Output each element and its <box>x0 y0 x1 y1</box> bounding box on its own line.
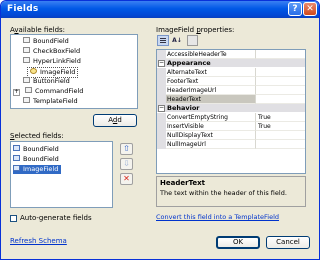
property-value[interactable] <box>256 50 305 59</box>
property-name[interactable]: NullImageUrl <box>166 140 256 149</box>
alphabetical-icon: A↓ <box>172 37 182 44</box>
hyperlink-field-icon <box>23 57 30 63</box>
refresh-schema-link[interactable]: Refresh Schema <box>10 237 67 245</box>
accelerator-key: d <box>112 116 118 124</box>
list-item[interactable]: HyperLinkField <box>13 57 81 66</box>
row-gutter <box>157 77 166 86</box>
convert-to-template-link[interactable]: Convert this field into a TemplateField <box>156 213 279 221</box>
property-name[interactable]: HeaderImageUrl <box>166 86 256 95</box>
bound-field-icon <box>13 155 20 161</box>
template-field-icon <box>23 97 30 103</box>
collapse-icon[interactable]: − <box>158 105 165 112</box>
property-value[interactable] <box>256 86 305 95</box>
property-name[interactable]: HeaderText <box>166 95 256 104</box>
property-name[interactable]: AlternateText <box>166 68 256 77</box>
row-gutter <box>157 86 166 95</box>
row-gutter <box>157 122 166 131</box>
list-item-label: ImageField <box>40 68 76 76</box>
fields-dialog: Fields ? ✕ Available fields: BoundField C… <box>0 0 320 260</box>
ok-button[interactable]: OK <box>216 236 260 249</box>
alphabetical-button[interactable]: A↓ <box>171 35 183 46</box>
description-text: The text within the header of this field… <box>160 189 287 197</box>
row-gutter <box>157 131 166 140</box>
auto-generate-checkbox[interactable] <box>10 215 17 222</box>
list-item[interactable]: ButtonField <box>13 77 70 86</box>
property-value[interactable] <box>256 140 305 149</box>
list-item-label: HyperLinkField <box>33 57 81 65</box>
properties-toolbar: A↓ <box>156 34 306 48</box>
property-value[interactable] <box>256 68 305 77</box>
row-gutter <box>157 140 166 149</box>
list-item-label: BoundField <box>23 155 59 163</box>
selected-field-item[interactable]: BoundField <box>13 155 59 164</box>
list-item[interactable]: BoundField <box>13 37 69 46</box>
button-field-icon <box>23 77 30 83</box>
selected-fields-list[interactable]: BoundField BoundField ImageField <box>10 141 113 208</box>
category-label: Behavior <box>167 104 200 112</box>
selected-field-item[interactable]: ImageField <box>13 165 62 174</box>
property-pages-button[interactable] <box>187 35 198 46</box>
accelerator-key: v <box>14 26 19 34</box>
categorized-icon <box>160 38 166 39</box>
close-button[interactable]: ✕ <box>303 2 317 16</box>
row-gutter <box>157 68 166 77</box>
help-button[interactable]: ? <box>288 2 302 16</box>
title-bar: Fields ? ✕ <box>1 1 319 18</box>
list-item[interactable]: + CommandField <box>13 87 83 96</box>
available-fields-label: Available fields: <box>10 26 66 34</box>
list-item[interactable]: CheckBoxField <box>13 47 80 56</box>
row-gutter <box>157 95 166 104</box>
property-grid[interactable]: AccessibleHeaderTe − Appearance AlternateTe… <box>156 49 306 174</box>
list-item-label: CheckBoxField <box>33 47 81 55</box>
list-item-label: ImageField <box>23 165 59 173</box>
property-name[interactable]: InsertVisible <box>166 122 256 131</box>
property-value[interactable]: True <box>256 113 305 122</box>
move-down-button[interactable]: ⇩ <box>120 158 133 170</box>
accelerator-key: p <box>196 26 201 34</box>
row-gutter <box>157 50 166 59</box>
checkbox-field-icon <box>23 47 30 53</box>
list-item-label: TemplateField <box>33 97 78 105</box>
window-title: Fields <box>7 4 39 14</box>
collapse-icon[interactable]: − <box>158 60 165 67</box>
image-field-icon <box>30 68 37 74</box>
list-item-label: BoundField <box>33 37 69 45</box>
row-gutter <box>157 113 166 122</box>
auto-generate-label: Auto-generate fields <box>20 214 92 222</box>
command-field-icon <box>25 87 32 93</box>
delete-field-button[interactable]: ✕ <box>120 173 133 185</box>
image-field-icon <box>13 165 20 171</box>
list-item-label: CommandField <box>35 87 84 95</box>
property-value[interactable] <box>256 95 305 104</box>
move-up-button[interactable]: ⇧ <box>120 143 133 155</box>
list-item-label: ButtonField <box>33 77 70 85</box>
properties-label: ImageField properties: <box>156 26 235 34</box>
property-category[interactable]: − Appearance <box>157 59 305 67</box>
categorized-button[interactable] <box>157 35 169 46</box>
property-name[interactable]: NullDisplayText <box>166 131 256 140</box>
selected-fields-label: Selected fields: <box>10 132 64 140</box>
available-fields-tree[interactable]: BoundField CheckBoxField HyperLinkField Ima… <box>10 34 138 109</box>
property-description: HeaderText The text within the header of… <box>156 176 306 207</box>
property-value[interactable] <box>256 131 305 140</box>
bound-field-icon <box>23 37 30 43</box>
cancel-button[interactable]: Cancel <box>266 236 310 249</box>
property-name[interactable]: AccessibleHeaderTe <box>166 50 256 59</box>
add-button[interactable]: Add <box>93 114 137 127</box>
bound-field-icon <box>13 145 20 151</box>
accelerator-key: S <box>10 132 15 140</box>
property-value[interactable]: True <box>256 122 305 131</box>
list-item[interactable]: TemplateField <box>13 97 78 106</box>
property-name[interactable]: FooterText <box>166 77 256 86</box>
list-item-label: BoundField <box>23 145 59 153</box>
property-name[interactable]: ConvertEmptyString <box>166 113 256 122</box>
selected-field-item[interactable]: BoundField <box>13 145 59 154</box>
expand-icon[interactable]: + <box>13 89 20 96</box>
description-title: HeaderText <box>160 179 205 187</box>
property-value[interactable] <box>256 77 305 86</box>
category-label: Appearance <box>167 59 211 67</box>
property-category[interactable]: − Behavior <box>157 104 305 112</box>
